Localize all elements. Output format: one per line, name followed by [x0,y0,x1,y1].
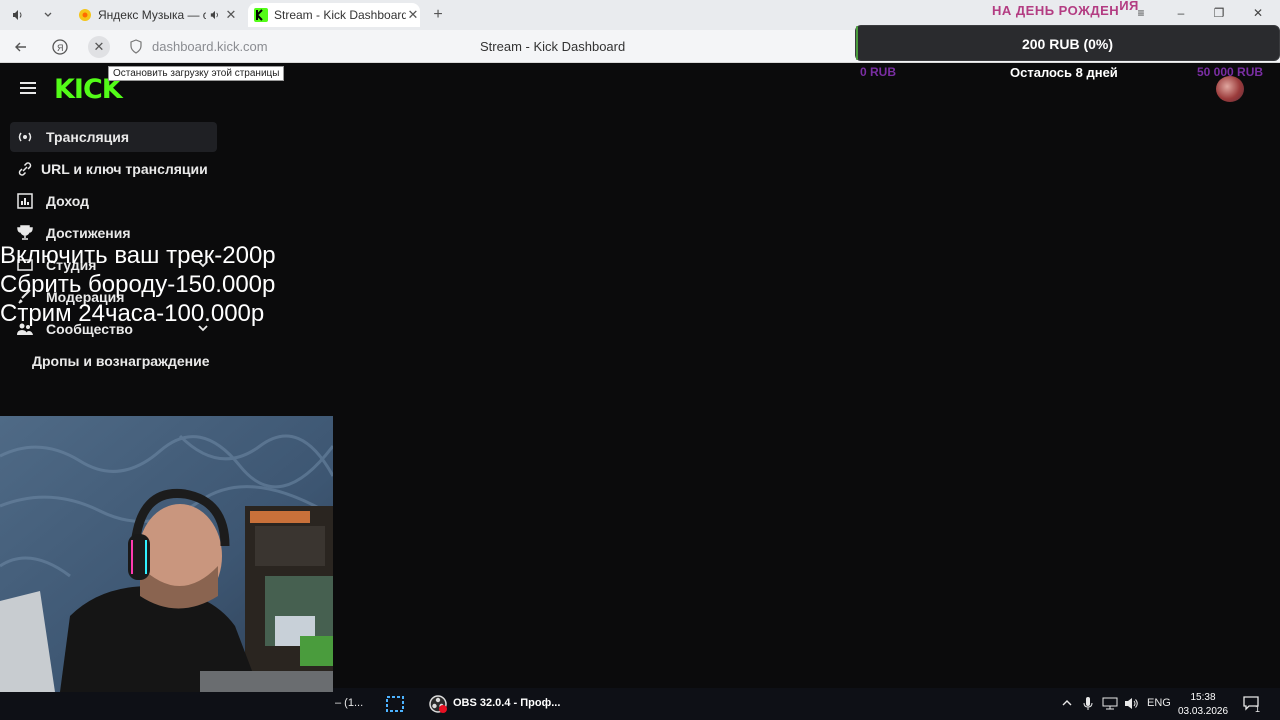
snipping-tool-icon[interactable] [385,694,405,714]
sidebar-item-label: URL и ключ трансляции [41,161,208,177]
close-window-button[interactable]: ✕ [1247,6,1269,24]
stop-loading-button[interactable]: ✕ [88,36,110,58]
chart-bars-icon [17,193,33,209]
tab-title: Яндекс Музыка — со [98,8,206,22]
sidebar-item-label: Трансляция [46,129,130,145]
url-text[interactable]: dashboard.kick.com [152,39,268,54]
tab-yandex-music[interactable]: Яндекс Музыка — со ✕ [72,3,238,27]
volume-icon[interactable] [1124,697,1138,713]
back-button[interactable] [10,36,32,58]
page-title: Stream - Kick Dashboard [480,39,626,54]
overlay-line-24h: Стрим 24часа-100.000р [0,300,265,327]
broadcast-icon [18,132,32,142]
goal-days-left: Осталось 8 дней [1010,65,1118,80]
goal-progress-bar: 200 RUB (0%) [855,25,1280,61]
sidebar-item-drops[interactable]: Дропы и вознаграждение [10,346,217,376]
overlay-line-track: Включить ваш трек-200р [0,242,276,269]
tab-title: Stream - Kick Dashboard [274,8,406,22]
tab-close-icon[interactable]: ✕ [406,7,420,23]
link-icon [18,162,32,176]
goal-header: НА ДЕНЬ РОЖДЕНИЯ [992,0,1139,18]
tab-close-icon[interactable]: ✕ [224,7,238,23]
notification-count: 1 [1255,704,1261,714]
network-icon[interactable] [1102,697,1118,713]
clock-time: 15:38 [1190,692,1216,703]
yandex-music-favicon-icon [79,9,91,21]
taskbar: – (1... OBS 32.0.4 - Проф... ENG 15:38 0… [0,688,1280,720]
stop-tooltip: Остановить загрузку этой страницы [108,66,285,81]
restore-button[interactable]: ❐ [1208,6,1230,24]
webcam-feed [0,416,333,692]
speaker-icon[interactable] [8,6,28,24]
sidebar-item-income[interactable]: Доход [10,186,217,216]
sidebar-item-label: Дропы и вознаграждение [32,353,210,369]
language-indicator[interactable]: ENG [1147,697,1171,709]
clock-date: 03.03.2026 [1178,706,1229,717]
microphone-icon[interactable] [1083,697,1093,714]
sidebar-item-stream-key[interactable]: URL и ключ трансляции [10,154,217,184]
yandex-button[interactable]: Я [49,36,71,58]
sidebar-item-broadcast[interactable]: Трансляция [10,122,217,152]
tray-chevron-up-icon[interactable] [1061,697,1073,712]
goal-min-label: 0 RUB [860,65,897,79]
tab-list-chevron-icon[interactable] [38,6,58,24]
taskbar-item-truncated[interactable]: – (1... [335,697,363,709]
clock[interactable]: 15:38 03.03.2026 [1178,691,1228,719]
trophy-icon [17,225,33,240]
kick-favicon-icon [254,8,268,22]
shield-icon[interactable] [129,39,143,54]
goal-header-text: НА ДЕНЬ РОЖДЕН [992,3,1120,18]
taskbar-obs-label[interactable]: OBS 32.0.4 - Проф... [453,697,560,709]
sidebar-item-label: Доход [46,193,90,209]
avatar[interactable] [1216,76,1244,102]
screen: Яндекс Музыка — со ✕ Stream - Kick Dashb… [0,0,1280,720]
minimize-button[interactable]: – [1170,6,1192,24]
goal-amount: 200 RUB (0%) [1021,36,1114,52]
tab-audio-icon[interactable] [206,8,224,23]
tab-kick-dashboard[interactable]: Stream - Kick Dashboard ✕ [248,3,420,27]
obs-icon[interactable] [428,694,448,714]
overlay-line-beard: Сбрить бороду-150.000р [0,271,276,298]
sidebar-item-label: Достижения [46,225,131,241]
hamburger-menu-icon[interactable] [20,82,36,94]
svg-text:Я: Я [57,43,64,53]
new-tab-button[interactable]: + [428,5,448,25]
goal-header-tail: ИЯ [1119,0,1139,13]
